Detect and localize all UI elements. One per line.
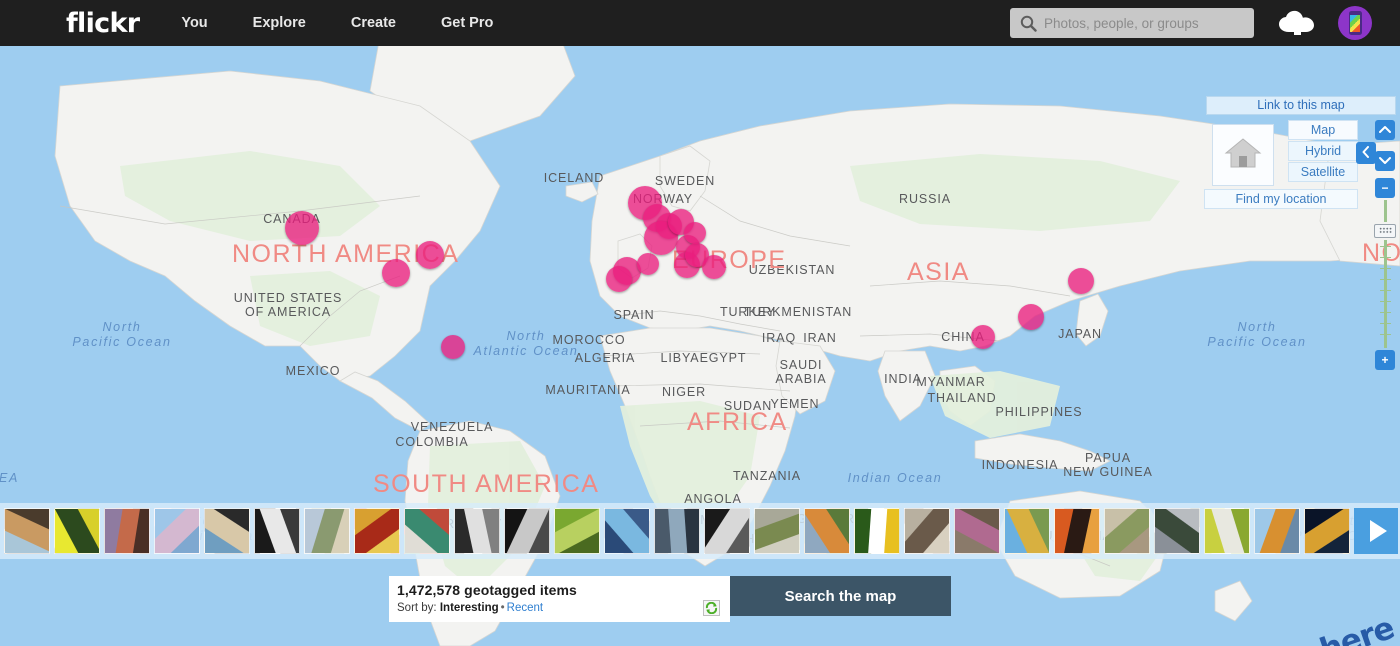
zoom-slider-track-upper[interactable]	[1383, 199, 1387, 222]
photo-thumbnail[interactable]	[1054, 508, 1100, 554]
zoom-slider-handle[interactable]	[1374, 223, 1396, 239]
photo-thumbnail[interactable]	[1304, 508, 1350, 554]
map-type-group: Map Hybrid Satellite	[1288, 120, 1358, 183]
photo-thumbnail[interactable]	[354, 508, 400, 554]
nav-item-you[interactable]: You	[181, 15, 207, 31]
chevron-left-icon	[1361, 145, 1371, 161]
photo-thumbnail[interactable]	[304, 508, 350, 554]
photo-thumbnail[interactable]	[204, 508, 250, 554]
flickr-logo[interactable]: flickr	[66, 10, 140, 37]
play-icon	[1369, 520, 1387, 542]
photo-cluster-marker[interactable]	[684, 222, 706, 244]
sort-label: Sort by:	[397, 602, 437, 614]
user-avatar[interactable]	[1338, 6, 1372, 40]
photo-thumbnail[interactable]	[4, 508, 50, 554]
photo-filmstrip	[0, 503, 1400, 559]
photo-thumbnail[interactable]	[504, 508, 550, 554]
nav-item-get-pro[interactable]: Get Pro	[441, 15, 493, 31]
geotagged-count: 1,472,578 geotagged items	[397, 582, 577, 598]
play-slideshow-button[interactable]	[1354, 508, 1398, 554]
photo-cluster-marker[interactable]	[702, 255, 726, 279]
photo-cluster-marker[interactable]	[1068, 268, 1094, 294]
photo-thumbnail[interactable]	[654, 508, 700, 554]
photo-thumbnail[interactable]	[1004, 508, 1050, 554]
zoom-slider-track-lower[interactable]	[1379, 240, 1391, 349]
photo-thumbnail[interactable]	[104, 508, 150, 554]
chevron-up-icon	[1379, 123, 1391, 137]
photo-cluster-marker[interactable]	[1018, 304, 1044, 330]
thumbnail-list	[2, 508, 1352, 554]
refresh-icon[interactable]	[703, 600, 720, 616]
cloud-upload-icon[interactable]	[1276, 8, 1320, 38]
pan-up-button[interactable]	[1375, 120, 1395, 140]
photo-thumbnail[interactable]	[604, 508, 650, 554]
photo-thumbnail[interactable]	[754, 508, 800, 554]
photo-thumbnail[interactable]	[1104, 508, 1150, 554]
header-right-group	[1010, 0, 1400, 46]
photo-thumbnail[interactable]	[1154, 508, 1200, 554]
search-box[interactable]	[1010, 8, 1254, 38]
search-input[interactable]	[1044, 15, 1240, 31]
sort-option-recent[interactable]: Recent	[507, 602, 543, 614]
flickr-map-page: flickr You Explore Create Get Pro Photos…	[0, 0, 1400, 646]
geotagged-summary-panel: 1,472,578 geotagged items Sort by: Inter…	[389, 576, 730, 622]
search-icon	[1020, 15, 1037, 32]
photo-thumbnail[interactable]	[554, 508, 600, 554]
map-type-satellite[interactable]: Satellite	[1288, 162, 1358, 182]
link-to-this-map-button[interactable]: Link to this map	[1206, 96, 1396, 115]
zoom-out-button[interactable]: −	[1375, 177, 1395, 198]
site-header: flickr You Explore Create Get Pro	[0, 0, 1400, 46]
photo-thumbnail[interactable]	[404, 508, 450, 554]
photo-thumbnail[interactable]	[904, 508, 950, 554]
map-type-map[interactable]: Map	[1288, 120, 1358, 140]
photo-cluster-marker[interactable]	[971, 325, 995, 349]
photo-cluster-marker[interactable]	[382, 259, 410, 287]
find-my-location-button[interactable]: Find my location	[1204, 189, 1358, 209]
nav-item-create[interactable]: Create	[351, 15, 396, 31]
photo-thumbnail[interactable]	[454, 508, 500, 554]
photo-thumbnail[interactable]	[54, 508, 100, 554]
main-nav: You Explore Create Get Pro	[181, 15, 538, 31]
sort-controls: Sort by: Interesting • Recent	[397, 602, 720, 614]
photo-cluster-marker[interactable]	[416, 241, 444, 269]
search-the-map-button[interactable]: Search the map	[730, 576, 951, 616]
sort-option-interesting[interactable]: Interesting	[440, 602, 499, 614]
sort-separator: •	[500, 602, 505, 614]
pan-down-button[interactable]	[1375, 151, 1395, 172]
photo-thumbnail[interactable]	[704, 508, 750, 554]
zoom-control-column: − +	[1372, 120, 1398, 370]
home-icon	[1222, 136, 1264, 175]
photo-cluster-marker[interactable]	[606, 266, 632, 292]
home-button[interactable]	[1212, 124, 1274, 186]
photo-cluster-marker[interactable]	[285, 211, 319, 245]
nav-item-explore[interactable]: Explore	[253, 15, 306, 31]
map-type-hybrid[interactable]: Hybrid	[1288, 141, 1358, 161]
map-info-bar: 1,472,578 geotagged items Sort by: Inter…	[389, 576, 951, 622]
photo-thumbnail[interactable]	[854, 508, 900, 554]
photo-cluster-marker[interactable]	[441, 335, 465, 359]
chevron-down-icon	[1379, 154, 1391, 168]
photo-thumbnail[interactable]	[254, 508, 300, 554]
photo-cluster-marker[interactable]	[637, 253, 659, 275]
photo-thumbnail[interactable]	[1204, 508, 1250, 554]
photo-thumbnail[interactable]	[804, 508, 850, 554]
zoom-in-button[interactable]: +	[1375, 350, 1395, 370]
avatar-phone-icon	[1348, 11, 1362, 35]
photo-thumbnail[interactable]	[954, 508, 1000, 554]
photo-thumbnail[interactable]	[1254, 508, 1300, 554]
photo-thumbnail[interactable]	[154, 508, 200, 554]
zoom-slider-ticks	[1379, 240, 1391, 348]
